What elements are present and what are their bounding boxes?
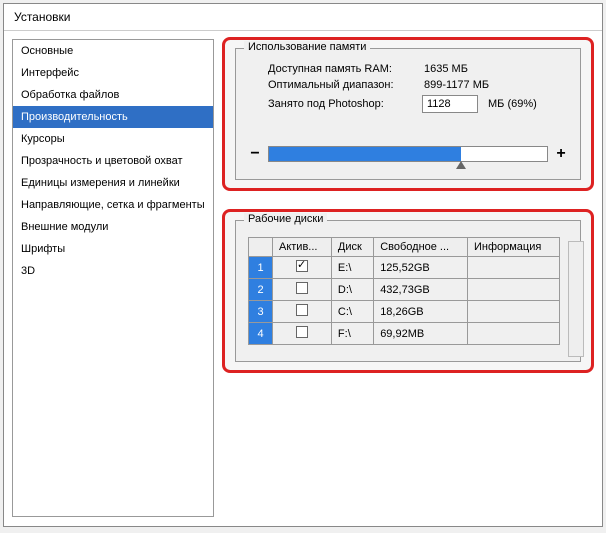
sidebar-item-type[interactable]: Шрифты: [13, 238, 213, 260]
sidebar-item-cursors[interactable]: Курсоры: [13, 128, 213, 150]
active-checkbox[interactable]: [296, 260, 308, 272]
sidebar-item-units[interactable]: Единицы измерения и линейки: [13, 172, 213, 194]
disks-group-title: Рабочие диски: [244, 213, 327, 225]
available-ram-label: Доступная память RAM:: [248, 63, 418, 75]
table-row[interactable]: 2 D:\ 432,73GB: [249, 279, 560, 301]
used-by-ps-suffix: МБ (69%): [488, 98, 537, 110]
sidebar-item-plugins[interactable]: Внешние модули: [13, 216, 213, 238]
memory-slider-thumb[interactable]: [456, 161, 466, 169]
scratch-disks-table: Актив... Диск Свободное ... Информация 1…: [248, 237, 560, 345]
preferences-window: Установки Основные Интерфейс Обработка ф…: [3, 3, 603, 527]
memory-slider[interactable]: [268, 146, 548, 162]
available-ram-value: 1635 МБ: [424, 63, 468, 75]
memory-highlight: Использование памяти Доступная память RA…: [222, 37, 594, 191]
col-active[interactable]: Актив...: [273, 238, 332, 257]
active-checkbox[interactable]: [296, 304, 308, 316]
table-scrollbar[interactable]: [568, 241, 584, 357]
active-checkbox[interactable]: [296, 326, 308, 338]
memory-slider-fill: [269, 147, 461, 161]
main-panel: Использование памяти Доступная память RA…: [214, 31, 602, 525]
sidebar-item-transparency[interactable]: Прозрачность и цветовой охват: [13, 150, 213, 172]
used-by-ps-input[interactable]: 1128: [422, 95, 478, 113]
sidebar-item-general[interactable]: Основные: [13, 40, 213, 62]
active-checkbox[interactable]: [296, 282, 308, 294]
memory-slider-row: − +: [248, 145, 568, 163]
table-row[interactable]: 3 C:\ 18,26GB: [249, 301, 560, 323]
table-row[interactable]: 4 F:\ 69,92MB: [249, 323, 560, 345]
used-by-ps-label: Занято под Photoshop:: [248, 98, 418, 110]
table-row[interactable]: 1 E:\ 125,52GB: [249, 257, 560, 279]
category-sidebar: Основные Интерфейс Обработка файлов Прои…: [12, 39, 214, 517]
memory-group: Использование памяти Доступная память RA…: [235, 48, 581, 180]
sidebar-item-3d[interactable]: 3D: [13, 260, 213, 282]
disks-highlight: Рабочие диски Актив... Диск Свободное ..…: [222, 209, 594, 373]
sidebar-item-performance[interactable]: Производительность: [13, 106, 213, 128]
memory-group-title: Использование памяти: [244, 41, 370, 53]
ideal-range-value: 899-1177 МБ: [424, 79, 489, 91]
sidebar-item-interface[interactable]: Интерфейс: [13, 62, 213, 84]
plus-button[interactable]: +: [554, 145, 568, 163]
col-disk[interactable]: Диск: [331, 238, 373, 257]
col-free[interactable]: Свободное ...: [374, 238, 468, 257]
disks-group: Рабочие диски Актив... Диск Свободное ..…: [235, 220, 581, 362]
sidebar-item-guides[interactable]: Направляющие, сетка и фрагменты: [13, 194, 213, 216]
window-title: Установки: [4, 4, 602, 31]
minus-button[interactable]: −: [248, 145, 262, 163]
ideal-range-label: Оптимальный диапазон:: [248, 79, 418, 91]
sidebar-item-filehandling[interactable]: Обработка файлов: [13, 84, 213, 106]
table-header-row: Актив... Диск Свободное ... Информация: [249, 238, 560, 257]
col-info[interactable]: Информация: [467, 238, 559, 257]
